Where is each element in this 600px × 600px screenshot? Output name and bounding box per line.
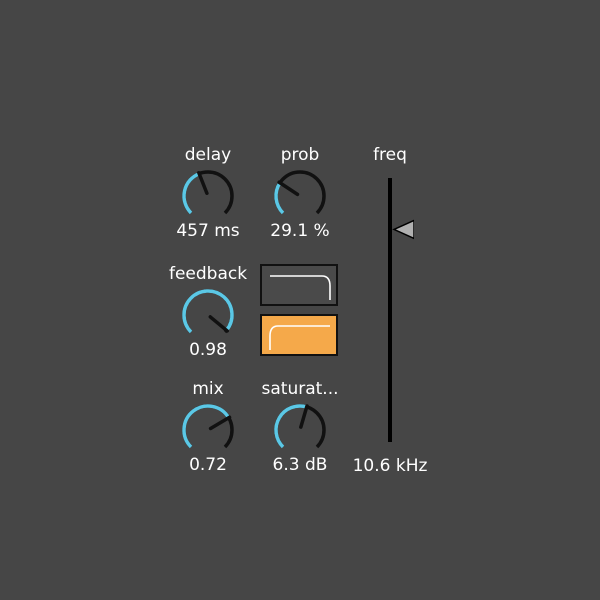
saturation-label: saturat... (261, 379, 339, 399)
triangle-pointer-icon (392, 219, 414, 240)
highpass-filter-button[interactable] (260, 314, 338, 356)
knob-value-arc (182, 172, 200, 215)
feedback-value: 0.98 (189, 340, 227, 360)
knob-value-arc (182, 404, 231, 449)
highpass-curve-icon (269, 325, 330, 350)
knob-pointer (277, 180, 300, 197)
saturation-value: 6.3 dB (272, 455, 328, 475)
saturation-knob[interactable] (270, 400, 330, 460)
mix-label: mix (192, 379, 224, 399)
knob-pointer (208, 415, 232, 431)
knob-pointer (299, 404, 309, 429)
knob-value-arc (182, 289, 234, 334)
lowpass-curve-icon (270, 275, 331, 300)
delay-value: 457 ms (176, 221, 240, 241)
freq-label: freq (373, 145, 407, 165)
mix-knob[interactable] (178, 400, 238, 460)
knob-value-arc (274, 181, 285, 215)
mix-value: 0.72 (189, 455, 227, 475)
delay-label: delay (184, 145, 232, 165)
freq-slider[interactable] (370, 178, 414, 442)
freq-value: 10.6 kHz (352, 456, 428, 476)
feedback-knob[interactable] (178, 285, 238, 345)
lowpass-filter-button[interactable] (260, 264, 338, 306)
knob-track (274, 170, 326, 215)
prob-value: 29.1 % (270, 221, 330, 241)
knob-pointer (197, 171, 209, 195)
prob-label: prob (280, 145, 320, 165)
feedback-label: feedback (168, 264, 248, 284)
knob-pointer (208, 315, 230, 333)
delay-knob[interactable] (178, 166, 238, 226)
prob-knob[interactable] (270, 166, 330, 226)
